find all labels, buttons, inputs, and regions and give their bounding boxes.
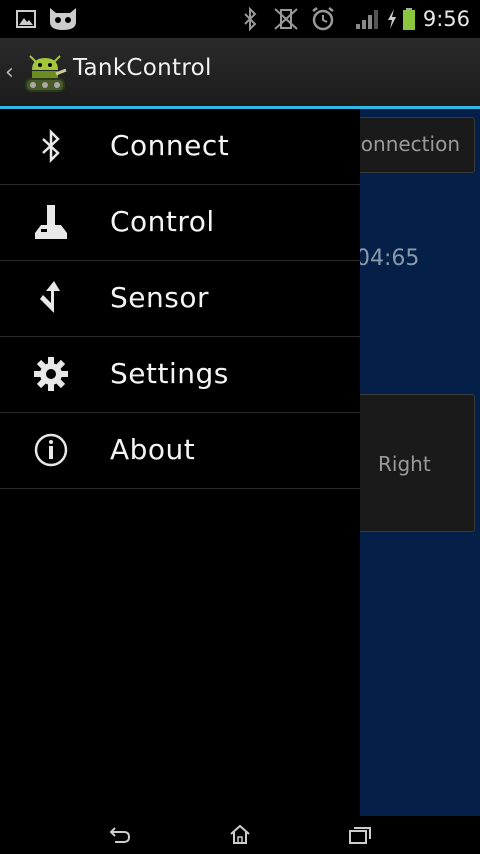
navigation-drawer: Connect Control Sensor Settings About — [0, 109, 360, 816]
connection-button-label: connection — [349, 132, 460, 156]
home-icon[interactable] — [227, 822, 253, 848]
alarm-icon — [310, 0, 336, 38]
status-time: 9:56 — [422, 7, 470, 31]
info-icon — [32, 431, 70, 469]
drawer-item-settings[interactable]: Settings — [0, 337, 360, 413]
gallery-icon — [16, 0, 36, 38]
battery-icon — [402, 0, 416, 38]
drawer-item-sensor[interactable]: Sensor — [0, 261, 360, 337]
app-logo-icon[interactable] — [22, 46, 68, 96]
drawer-item-label: Control — [110, 205, 215, 238]
signal-icon — [355, 0, 379, 38]
joystick-icon — [32, 203, 70, 241]
recents-icon[interactable] — [347, 822, 373, 848]
drawer-item-label: Sensor — [110, 281, 209, 314]
vibrate-off-icon — [272, 0, 300, 38]
right-button-label: Right — [378, 452, 431, 476]
drawer-item-connect[interactable]: Connect — [0, 109, 360, 185]
drawer-item-control[interactable]: Control — [0, 185, 360, 261]
navigation-bar — [0, 816, 480, 854]
drawer-item-label: Connect — [110, 129, 230, 162]
bluetooth-icon — [243, 0, 257, 38]
charging-icon — [386, 0, 398, 38]
action-bar — [0, 38, 480, 106]
sensor-arrow-icon — [32, 279, 70, 317]
bluetooth-icon — [32, 127, 70, 165]
gear-icon — [32, 355, 70, 393]
up-caret-icon[interactable]: ‹ — [5, 60, 14, 85]
status-bar: 9:56 — [0, 0, 480, 38]
back-icon[interactable] — [107, 822, 133, 848]
app-title: TankControl — [73, 55, 212, 81]
counter-text: 04:65 — [356, 246, 420, 271]
cyanogen-icon — [48, 0, 78, 38]
drawer-item-label: About — [110, 433, 196, 466]
drawer-item-about[interactable]: About — [0, 413, 360, 489]
drawer-item-label: Settings — [110, 357, 229, 390]
